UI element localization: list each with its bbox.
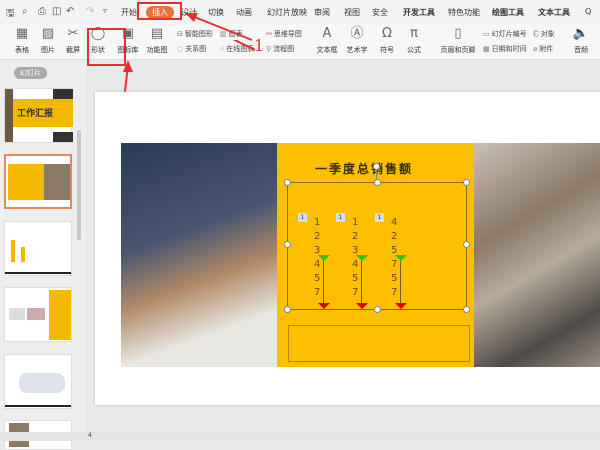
textbox-icon: A (322, 26, 332, 41)
flowchart-button[interactable]: ⚲ 流程图 (266, 44, 294, 54)
slide-thumb-3[interactable] (4, 221, 72, 276)
tab-drawing-tools[interactable]: 绘图工具 (492, 7, 524, 18)
slide-thumb-5[interactable] (4, 354, 72, 409)
annotation-arrow-1 (185, 13, 253, 41)
slide-title[interactable]: 一季度总销售额 (315, 160, 413, 177)
table-icon: ▦ (15, 26, 29, 41)
search-icon[interactable]: Q (585, 7, 591, 16)
tab-developer[interactable]: 开发工具 (403, 7, 435, 18)
slide-number-button[interactable]: ▭ 幻灯片编号 (483, 29, 527, 39)
panel-scrollbar[interactable] (77, 130, 81, 240)
mindmap-button[interactable]: ⚯ 思维导图 (266, 29, 302, 39)
tab-home[interactable]: 开始 (121, 7, 137, 18)
tab-text-tools[interactable]: 文本工具 (538, 7, 570, 18)
tab-slideshow[interactable]: 幻灯片放映 (267, 7, 307, 18)
audio-button[interactable]: 🔈 音频 (567, 26, 595, 55)
print-icon[interactable]: ⎙ (38, 6, 46, 17)
tab-features[interactable]: 特色功能 (448, 7, 480, 18)
save-icon[interactable]: 🖫 (6, 6, 15, 23)
formula-button[interactable]: π 公式 (400, 26, 428, 55)
green-marker-icon (356, 255, 368, 261)
bottom-textbox[interactable] (288, 325, 470, 362)
tab-view[interactable]: 视图 (344, 7, 360, 18)
attachment-button[interactable]: ⌀ 附件 (533, 44, 553, 54)
table-button[interactable]: ▦ 表格 (8, 26, 36, 55)
green-marker-icon (318, 255, 330, 261)
tab-review[interactable]: 审阅 (314, 7, 330, 18)
selected-textbox[interactable]: 1 123457 1 123457 1 425757 (284, 163, 470, 313)
tab-security[interactable]: 安全 (372, 7, 388, 18)
slide-panel: 幻灯片 工作汇报 (0, 60, 86, 450)
undo-icon[interactable]: ↶ (66, 6, 74, 17)
badge: 1 (298, 213, 307, 222)
slide-thumb-1[interactable]: 工作汇报 (4, 88, 73, 143)
green-marker-icon (395, 255, 407, 261)
wordart-icon: Ⓐ (350, 26, 364, 41)
header-footer-icon: ▯ (454, 26, 462, 41)
preview-icon[interactable]: ◫ (52, 6, 61, 17)
format-painter-icon[interactable]: ⌕ (22, 6, 28, 17)
wordart-button[interactable]: Ⓐ 艺术字 (343, 26, 371, 55)
symbol-button[interactable]: Ω 符号 (373, 26, 401, 55)
redo-icon[interactable]: ↷ (86, 6, 94, 17)
photo-left (121, 143, 277, 367)
red-marker-icon (356, 303, 368, 309)
title-bar: 🖫 ⌕ ⎙ ◫ ↶ ↷ ▿ 开始 插入 设计 切换 动画 幻灯片放映 审阅 视图… (0, 0, 600, 24)
status-bar: 4 (0, 432, 600, 441)
slide-thumb-4[interactable] (4, 287, 72, 342)
red-marker-icon (318, 303, 330, 309)
picture-icon: ▨ (41, 26, 55, 41)
slide-canvas[interactable]: 一季度总销售额 1 123457 1 123457 1 4 2 5 7 5 7 (95, 92, 600, 405)
header-footer-button[interactable]: ▯ 页眉和页脚 (440, 26, 476, 55)
picture-button[interactable]: ▨ 图片 (34, 26, 62, 55)
highlight-box-insert (137, 2, 182, 20)
photo-right (474, 143, 600, 367)
slide-thumb-2[interactable] (4, 154, 72, 209)
omega-icon: Ω (382, 26, 392, 41)
speaker-icon: 🔈 (572, 26, 590, 41)
datetime-button[interactable]: ▦ 日期和时间 (483, 44, 527, 54)
object-button[interactable]: ⎗ 对象 (533, 29, 555, 39)
pi-icon: π (410, 26, 418, 41)
textbox-button[interactable]: A 文本框 (313, 26, 341, 55)
red-marker-icon (395, 303, 407, 309)
page-number: 4 (88, 432, 92, 439)
rotate-handle[interactable] (373, 163, 380, 170)
more-icon[interactable]: ▿ (103, 6, 107, 15)
tab-slides[interactable]: 幻灯片 (14, 67, 47, 79)
